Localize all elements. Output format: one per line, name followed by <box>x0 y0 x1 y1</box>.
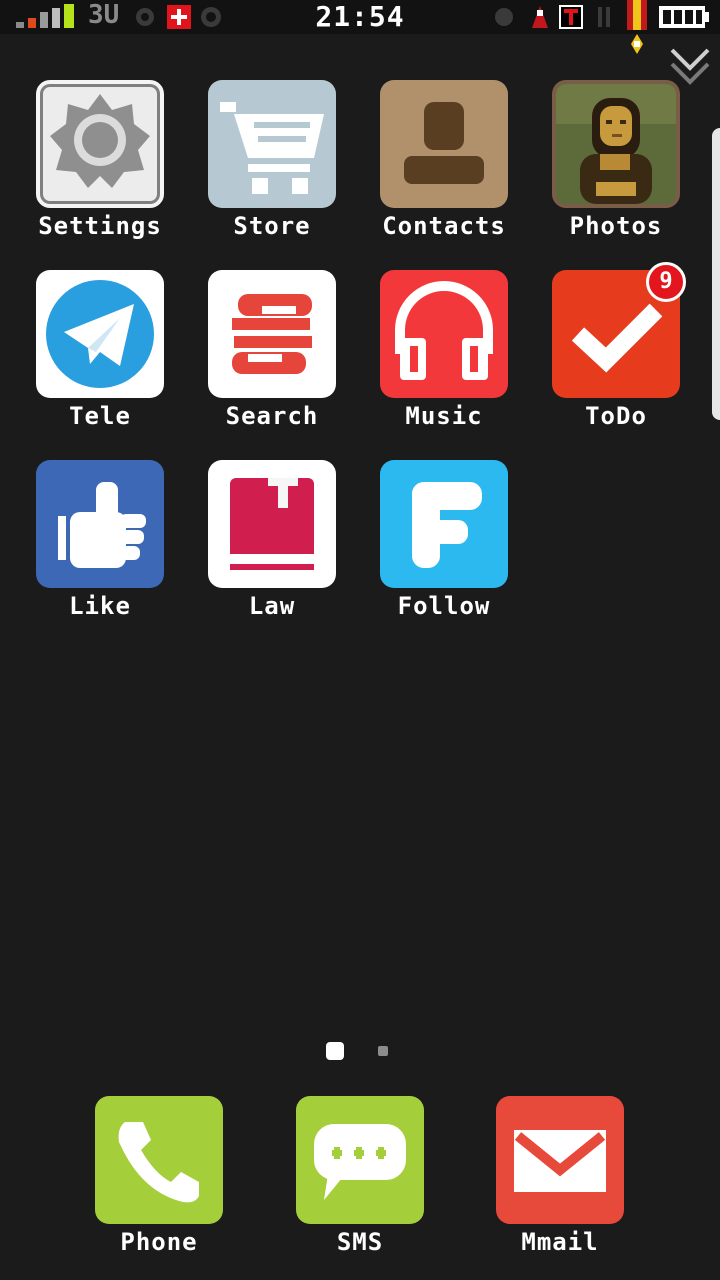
app-label: Search <box>225 402 319 430</box>
app-tele[interactable]: Tele <box>14 270 186 450</box>
mona-lisa-photo-icon <box>552 80 680 208</box>
dock-app-mail[interactable]: Mmail <box>474 1096 646 1276</box>
telegram-plane-icon <box>36 270 164 398</box>
app-label: Contacts <box>382 212 506 240</box>
app-follow[interactable]: Follow <box>358 460 530 640</box>
dock-app-sms[interactable]: SMS <box>274 1096 446 1276</box>
network-type: 3U <box>88 0 120 30</box>
search-s-icon <box>208 270 336 398</box>
sync-status-icon <box>201 7 221 27</box>
shopping-cart-icon <box>208 80 336 208</box>
swiss-flag-icon <box>167 5 191 29</box>
app-todo[interactable]: 9 ToDo <box>530 262 702 450</box>
page-dot-current[interactable] <box>326 1042 344 1060</box>
medal-icon <box>627 0 647 54</box>
app-label: Follow <box>397 592 491 620</box>
app-settings[interactable]: Settings <box>14 80 186 260</box>
app-music[interactable]: Music <box>358 270 530 450</box>
dock-app-phone[interactable]: Phone <box>73 1096 245 1276</box>
status-clock: 21:54 <box>315 0 405 33</box>
app-label: Mmail <box>521 1228 599 1256</box>
app-label: Music <box>405 402 483 430</box>
notification-badge: 9 <box>646 262 686 302</box>
mail-envelope-icon <box>496 1096 624 1224</box>
app-contacts[interactable]: Contacts <box>358 80 530 260</box>
page-indicator[interactable] <box>0 1040 720 1060</box>
signal-bars-icon <box>16 4 74 28</box>
app-store[interactable]: Store <box>186 80 358 260</box>
app-law[interactable]: Law <box>186 460 358 640</box>
app-label: ToDo <box>585 402 647 430</box>
app-search[interactable]: Search <box>186 270 358 450</box>
gear-status-icon <box>136 8 154 26</box>
app-label: Tele <box>69 402 131 430</box>
app-label: Law <box>248 592 296 620</box>
phone-handset-icon <box>95 1096 223 1224</box>
side-panel-handle[interactable] <box>712 128 720 420</box>
app-label: Store <box>233 212 311 240</box>
headphones-icon <box>380 270 508 398</box>
book-icon <box>208 460 336 588</box>
notification-gear-icon <box>495 8 513 26</box>
app-label: Settings <box>38 212 162 240</box>
app-label: Photos <box>569 212 663 240</box>
sms-bubble-icon <box>296 1096 424 1224</box>
contact-person-icon <box>380 80 508 208</box>
app-like[interactable]: Like <box>14 460 186 640</box>
app-photos[interactable]: Photos <box>530 80 702 260</box>
t-app-icon <box>559 5 583 29</box>
app-label: Like <box>69 592 131 620</box>
app-label: Phone <box>120 1228 198 1256</box>
app-label: SMS <box>336 1228 384 1256</box>
battery-icon <box>659 6 709 28</box>
character-icon <box>532 6 548 28</box>
thumbs-up-icon <box>36 460 164 588</box>
page-dot[interactable] <box>378 1046 388 1056</box>
pause-status-icon <box>598 7 610 27</box>
status-bar: 3U 21:54 <box>0 0 720 54</box>
settings-gear-icon <box>36 80 164 208</box>
follow-f-icon <box>380 460 508 588</box>
